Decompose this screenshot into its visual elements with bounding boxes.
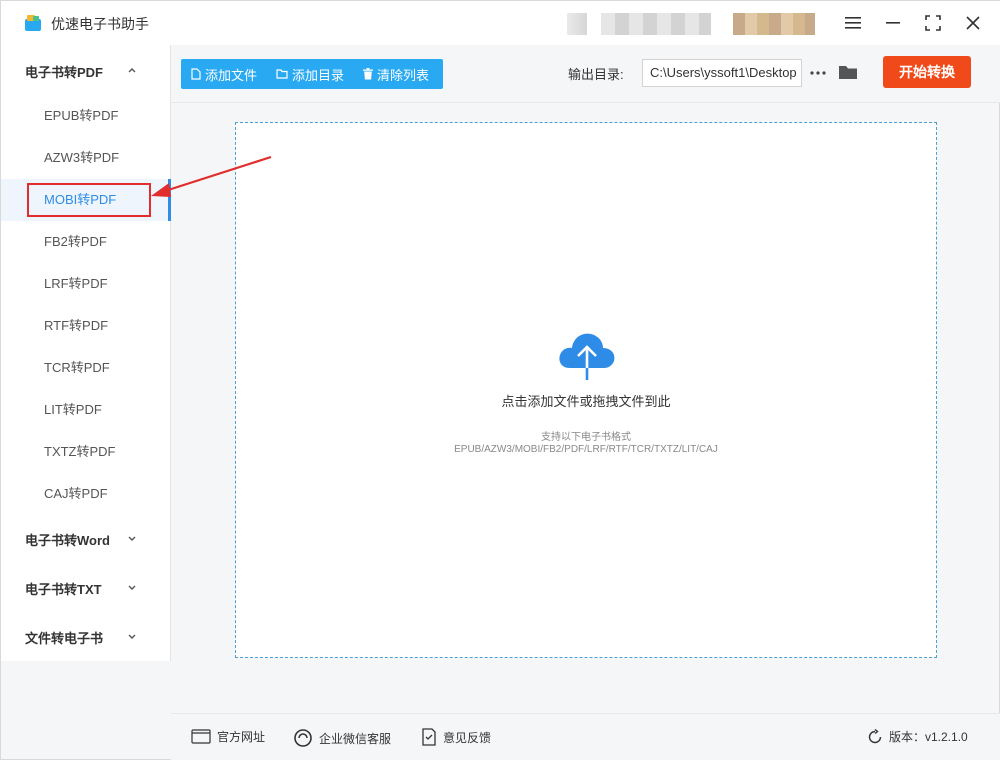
- file-drop-zone[interactable]: 点击添加文件或拖拽文件到此 支持以下电子书格式 EPUB/AZW3/MOBI/F…: [235, 122, 937, 658]
- minimize-icon: [886, 22, 900, 24]
- feedback-link[interactable]: 意见反馈: [421, 728, 491, 746]
- app-title: 优速电子书助手: [51, 16, 149, 32]
- close-icon: [966, 16, 980, 30]
- folder-outline-icon: [276, 69, 288, 79]
- sidebar-item-fb2-to-pdf[interactable]: FB2转PDF: [1, 221, 171, 263]
- annotation-highlight-box: [27, 183, 151, 217]
- sidebar-group-label: 电子书转TXT: [25, 581, 102, 597]
- add-file-button[interactable]: 添加文件: [181, 59, 266, 89]
- sidebar-item-txtz-to-pdf[interactable]: TXTZ转PDF: [1, 431, 171, 473]
- title-bar: 优速电子书助手: [1, 1, 1000, 45]
- app-logo-icon: [25, 15, 41, 31]
- chevron-down-icon: [128, 634, 136, 639]
- clear-list-button[interactable]: 清除列表: [353, 59, 438, 89]
- supported-formats-title: 支持以下电子书格式: [541, 432, 631, 443]
- sidebar-item-lit-to-pdf[interactable]: LIT转PDF: [1, 389, 171, 431]
- wechat-support-label: 企业微信客服: [319, 731, 392, 746]
- output-dir-field[interactable]: C:\Users\yssoft1\Desktop: [642, 59, 802, 87]
- folder-icon[interactable]: [837, 61, 859, 83]
- chevron-down-icon: [128, 585, 136, 590]
- output-dir-label: 输出目录:: [568, 67, 624, 82]
- official-website-link[interactable]: 官方网址: [191, 728, 265, 745]
- toolbar: 添加文件 添加目录 清除列表 输出目录: C:\Users\yssoft1\De…: [171, 45, 1000, 103]
- sidebar-group-label: 电子书转PDF: [25, 64, 104, 80]
- hamburger-icon: [845, 17, 861, 29]
- version-label: 版本：v1.2.1.0: [889, 730, 968, 744]
- sidebar-group-file-to-ebook[interactable]: 文件转电子书: [1, 617, 171, 657]
- add-file-label: 添加文件: [205, 67, 258, 83]
- close-button[interactable]: [959, 9, 987, 37]
- sidebar-item-caj-to-pdf[interactable]: CAJ转PDF: [1, 473, 171, 515]
- sidebar-item-rtf-to-pdf[interactable]: RTF转PDF: [1, 305, 171, 347]
- footer: 官方网址 企业微信客服 意见反馈 版本：v1.2.1.0: [171, 713, 1000, 760]
- sidebar-group-ebook-to-pdf[interactable]: 电子书转PDF: [1, 51, 171, 91]
- headset-icon: [294, 729, 312, 747]
- sidebar-group-label: 电子书转Word: [25, 532, 110, 548]
- more-options-icon[interactable]: [808, 63, 828, 83]
- wechat-support-link[interactable]: 企业微信客服: [293, 728, 391, 748]
- blurred-region: [567, 13, 587, 35]
- menu-button[interactable]: [839, 9, 867, 37]
- sidebar-item-tcr-to-pdf[interactable]: TCR转PDF: [1, 347, 171, 389]
- website-icon: [191, 728, 211, 744]
- sidebar-group-ebook-to-txt[interactable]: 电子书转TXT: [1, 568, 171, 608]
- start-convert-button[interactable]: 开始转换: [883, 56, 971, 88]
- feedback-label: 意见反馈: [443, 730, 492, 745]
- minimize-button[interactable]: [879, 9, 907, 37]
- blurred-avatar: [733, 13, 815, 35]
- refresh-icon[interactable]: [867, 728, 883, 745]
- trash-icon: [363, 68, 374, 80]
- sidebar-item-lrf-to-pdf[interactable]: LRF转PDF: [1, 263, 171, 305]
- sidebar-item-epub-to-pdf[interactable]: EPUB转PDF: [1, 95, 171, 137]
- sidebar-item-azw3-to-pdf[interactable]: AZW3转PDF: [1, 137, 171, 179]
- chevron-down-icon: [128, 536, 136, 541]
- maximize-icon: [925, 15, 941, 31]
- file-button-group: 添加文件 添加目录 清除列表: [181, 59, 443, 89]
- app-window: 优速电子书助手 电子书转PDF EPUB转PDF AZW3转PDF MOBI转P…: [0, 0, 1000, 760]
- supported-formats-list: EPUB/AZW3/MOBI/FB2/PDF/LRF/RTF/TCR/TXTZ/…: [454, 444, 718, 455]
- chevron-up-icon: [128, 68, 136, 73]
- add-directory-label: 添加目录: [292, 67, 345, 83]
- sidebar-group-ebook-to-word[interactable]: 电子书转Word: [1, 519, 171, 559]
- sidebar: 电子书转PDF EPUB转PDF AZW3转PDF MOBI转PDF FB2转P…: [1, 45, 171, 661]
- file-icon: [191, 68, 201, 80]
- sidebar-group-label: 文件转电子书: [25, 630, 104, 646]
- drop-zone-hint: 点击添加文件或拖拽文件到此: [501, 394, 671, 409]
- add-directory-button[interactable]: 添加目录: [266, 59, 353, 89]
- official-website-label: 官方网址: [217, 730, 266, 744]
- clear-list-label: 清除列表: [377, 67, 430, 83]
- blurred-region: [601, 13, 711, 35]
- version-info: 版本：v1.2.1.0: [867, 728, 968, 745]
- feedback-icon: [422, 728, 436, 746]
- maximize-button[interactable]: [919, 9, 947, 37]
- cloud-upload-icon: [559, 333, 615, 380]
